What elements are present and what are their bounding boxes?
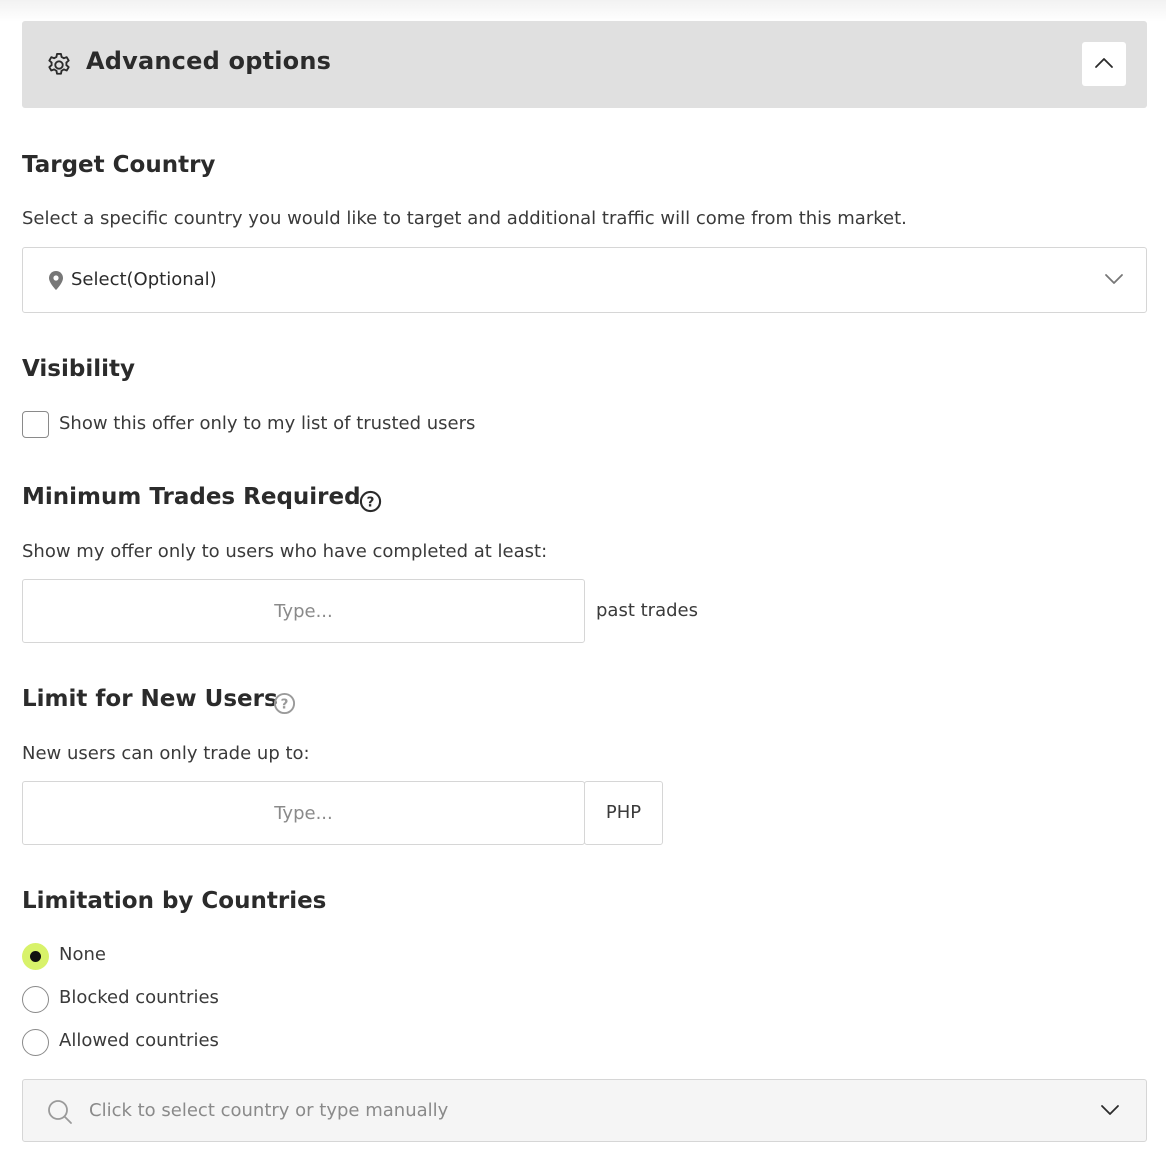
target-country-description: Select a specific country you would like… — [22, 208, 907, 229]
country-search-select[interactable]: Click to select country or type manually — [22, 1079, 1147, 1142]
min-trades-input[interactable] — [22, 579, 585, 643]
trusted-users-label: Show this offer only to my list of trust… — [59, 413, 476, 434]
currency-label: PHP — [584, 781, 663, 845]
new-users-description: New users can only trade up to: — [22, 743, 310, 764]
radio-label: Allowed countries — [59, 1030, 219, 1051]
past-trades-label: past trades — [596, 600, 698, 621]
gear-icon — [48, 52, 70, 75]
target-country-value: Select(Optional) — [71, 269, 217, 290]
target-country-select[interactable]: Select(Optional) — [22, 247, 1147, 313]
new-users-limit-input[interactable] — [22, 781, 585, 845]
radio-button[interactable] — [22, 943, 49, 970]
target-country-title: Target Country — [22, 152, 216, 178]
chevron-up-icon — [1095, 58, 1113, 68]
map-pin-icon — [49, 271, 63, 290]
chevron-down-icon — [1105, 274, 1123, 284]
min-trades-description: Show my offer only to users who have com… — [22, 541, 548, 562]
countries-title: Limitation by Countries — [22, 888, 327, 914]
radio-button[interactable] — [22, 1029, 49, 1056]
advanced-options-title: Advanced options — [86, 47, 332, 75]
top-shadow — [0, 0, 1166, 22]
radio-label: Blocked countries — [59, 987, 219, 1008]
chevron-down-icon — [1101, 1105, 1119, 1115]
new-users-title: Limit for New Users — [22, 686, 278, 712]
search-icon — [48, 1100, 72, 1124]
help-icon[interactable]: ? — [273, 692, 296, 715]
advanced-options-header[interactable]: Advanced options — [22, 21, 1147, 108]
radio-button[interactable] — [22, 986, 49, 1013]
min-trades-title: Minimum Trades Required — [22, 484, 361, 510]
help-icon[interactable]: ? — [359, 490, 382, 513]
radio-label: None — [59, 944, 106, 965]
collapse-button[interactable] — [1082, 42, 1126, 86]
svg-text:?: ? — [281, 697, 289, 712]
country-search-placeholder: Click to select country or type manually — [89, 1100, 449, 1121]
trusted-users-checkbox[interactable] — [22, 411, 49, 438]
visibility-title: Visibility — [22, 356, 135, 382]
svg-text:?: ? — [367, 495, 375, 510]
